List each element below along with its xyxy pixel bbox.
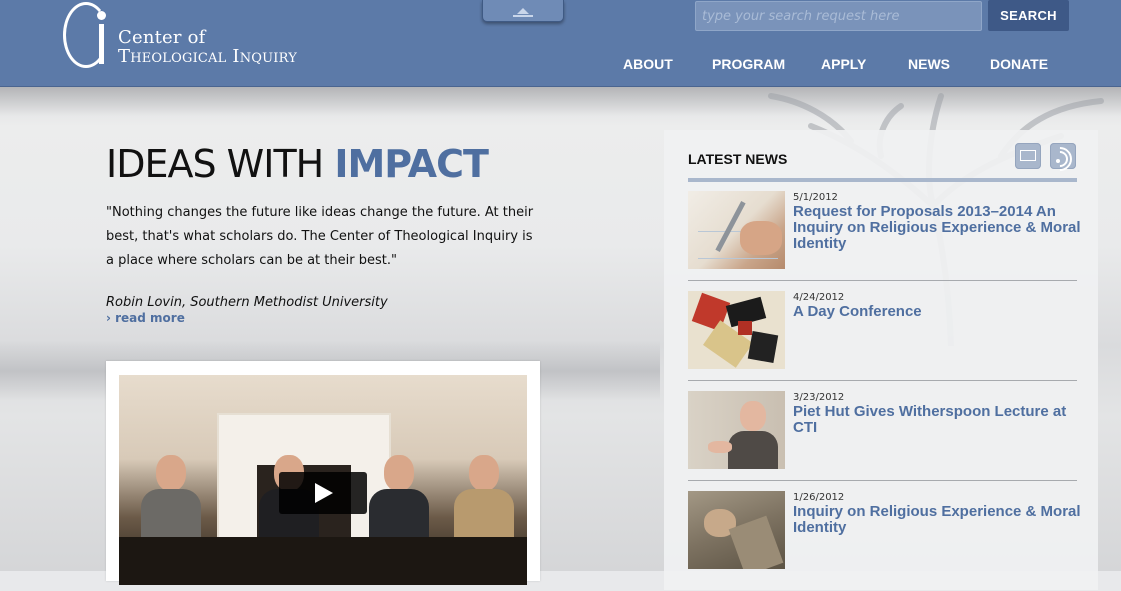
- news-item: 1/26/2012 Inquiry on Religious Experienc…: [688, 491, 1081, 591]
- headline-plain: IDEAS WITH: [106, 142, 324, 186]
- logo-line-2: Theological Inquiry: [118, 46, 297, 67]
- news-date: 5/1/2012: [793, 192, 838, 203]
- bar-icon: [513, 15, 533, 17]
- hero-headline: IDEAS WITH IMPACT: [106, 142, 489, 186]
- panelist-image: [454, 455, 514, 545]
- search-button[interactable]: SEARCH: [988, 0, 1069, 31]
- news-divider: [688, 178, 1077, 182]
- news-title-link[interactable]: Piet Hut Gives Witherspoon Lecture at CT…: [793, 404, 1081, 436]
- news-item: 5/1/2012 Request for Proposals 2013–2014…: [688, 191, 1081, 291]
- play-icon: [315, 483, 333, 503]
- read-more-link[interactable]: › read more: [106, 311, 185, 325]
- news-title-link[interactable]: Request for Proposals 2013–2014 An Inqui…: [793, 204, 1081, 252]
- news-item: 3/23/2012 Piet Hut Gives Witherspoon Lec…: [688, 391, 1077, 491]
- quote-author: Robin Lovin, Southern Methodist Universi…: [106, 295, 388, 310]
- video-card: [106, 361, 540, 585]
- table-image: [119, 537, 527, 585]
- nav-donate[interactable]: DONATE: [990, 56, 1048, 72]
- chevron-up-icon: [517, 8, 529, 14]
- logo-line-1: Center of: [118, 27, 206, 48]
- rss-icon[interactable]: [1043, 142, 1077, 176]
- logo-text[interactable]: Center of Theological Inquiry: [118, 28, 297, 66]
- news-thumbnail[interactable]: [688, 491, 785, 569]
- news-separator: [688, 380, 1077, 381]
- search-input[interactable]: [695, 1, 982, 31]
- news-item: 4/24/2012 A Day Conference: [688, 291, 1077, 391]
- logo-dot: [97, 11, 106, 20]
- news-title-link[interactable]: Inquiry on Religious Experience & Moral …: [793, 504, 1081, 536]
- nav-news[interactable]: NEWS: [908, 56, 950, 72]
- news-date: 3/23/2012: [793, 392, 845, 403]
- news-thumbnail[interactable]: [688, 391, 785, 469]
- news-date: 4/24/2012: [793, 292, 845, 303]
- news-panel-title: LATEST NEWS: [688, 151, 788, 167]
- nav-about[interactable]: ABOUT: [623, 56, 673, 72]
- news-thumbnail[interactable]: [688, 191, 785, 269]
- news-thumbnail[interactable]: [688, 291, 785, 369]
- latest-news-panel: LATEST NEWS 5/1/2012 Request for Proposa…: [664, 130, 1098, 590]
- nav-apply[interactable]: APPLY: [821, 56, 866, 72]
- play-button[interactable]: [279, 472, 367, 514]
- panel-toggle-tab[interactable]: [482, 0, 564, 22]
- email-icon[interactable]: [1015, 143, 1041, 169]
- logo-stem: [99, 24, 104, 64]
- news-date: 1/26/2012: [793, 492, 845, 503]
- video-player[interactable]: [119, 375, 527, 585]
- news-title-link[interactable]: A Day Conference: [793, 304, 1081, 320]
- headline-accent: IMPACT: [334, 142, 489, 186]
- panelist-image: [369, 455, 429, 545]
- nav-program[interactable]: PROGRAM: [712, 56, 785, 72]
- news-separator: [688, 480, 1077, 481]
- site-header: Center of Theological Inquiry SEARCH ABO…: [0, 0, 1121, 87]
- news-separator: [688, 280, 1077, 281]
- panelist-image: [141, 455, 201, 545]
- hero-quote: "Nothing changes the future like ideas c…: [106, 205, 534, 268]
